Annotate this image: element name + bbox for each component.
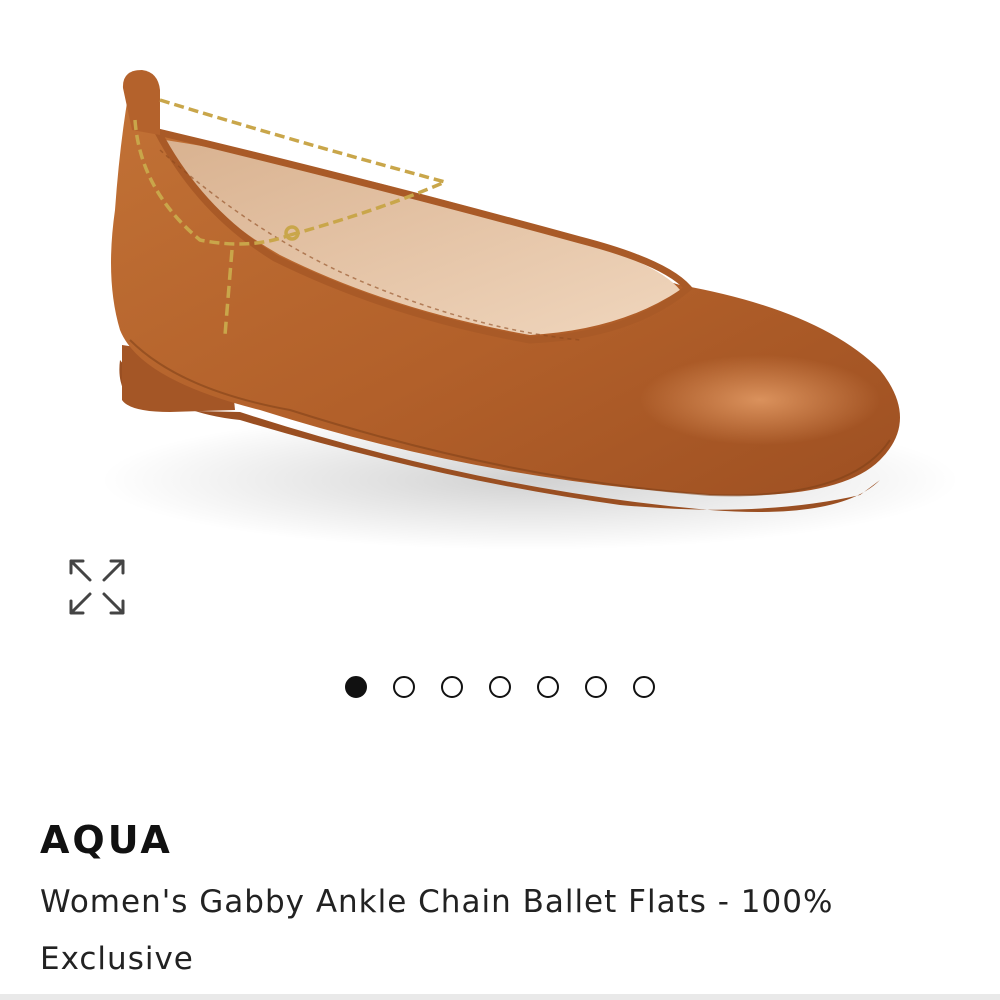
carousel-dot-7[interactable] (633, 676, 655, 698)
expand-arrows-icon (69, 559, 125, 615)
divider (0, 994, 1000, 1000)
carousel-pagination (0, 676, 1000, 698)
carousel-dot-3[interactable] (441, 676, 463, 698)
carousel-dot-2[interactable] (393, 676, 415, 698)
brand-name[interactable]: AQUA (40, 818, 173, 862)
carousel-dot-4[interactable] (489, 676, 511, 698)
carousel-dot-5[interactable] (537, 676, 559, 698)
carousel-dot-1[interactable] (345, 676, 367, 698)
product-title: Women's Gabby Ankle Chain Ballet Flats -… (40, 884, 834, 977)
carousel-dot-6[interactable] (585, 676, 607, 698)
expand-image-button[interactable] (62, 552, 132, 622)
product-image[interactable] (60, 40, 960, 600)
product-image-gallery[interactable] (0, 0, 1000, 650)
